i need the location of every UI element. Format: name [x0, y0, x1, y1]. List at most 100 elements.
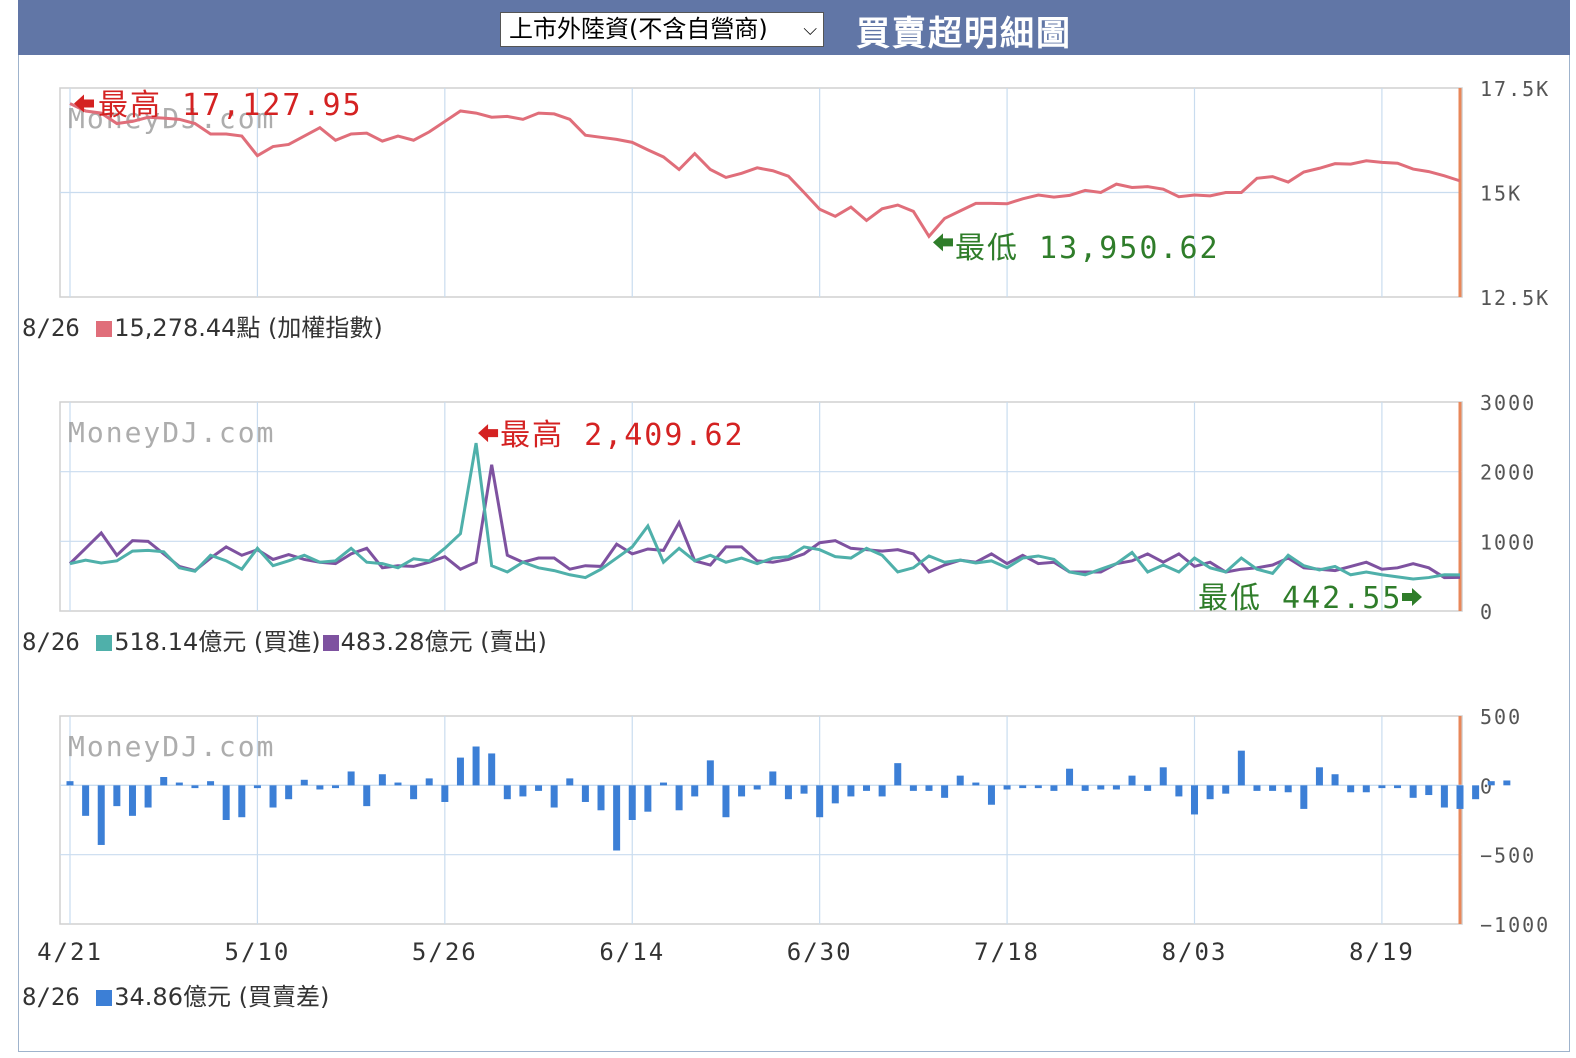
y-tick-label: 2000 [1480, 461, 1536, 485]
diff-bar [378, 774, 386, 786]
high-annotation: 最高 2,409.62 [500, 418, 745, 453]
buy-swatch [96, 635, 113, 651]
diff-bar [1206, 785, 1214, 800]
diff-bar [1144, 785, 1152, 791]
diff-bar [1300, 785, 1308, 809]
legend-date: 8/26 [22, 983, 80, 1011]
diff-bar [66, 781, 74, 786]
diff-bar [800, 785, 808, 794]
diff-bar [316, 785, 324, 790]
chart-canvas: 17.5K 15K 12.5K MoneyDJ.com 最高 17,127.95 最低 1… [37, 77, 1550, 966]
y-tick-label: 0 [1480, 774, 1494, 798]
x-tick-label: 4/21 [37, 938, 103, 966]
diff-bar [1472, 785, 1480, 800]
watermark: MoneyDJ.com [68, 416, 275, 449]
diff-bar [659, 782, 667, 786]
diff-bar [175, 782, 183, 786]
diff-bar [97, 785, 105, 845]
diff-bar [1378, 785, 1386, 789]
x-tick-label: 8/19 [1349, 938, 1415, 966]
diff-bar [847, 785, 855, 797]
diff-bar [238, 785, 246, 818]
diff-bar [550, 785, 558, 808]
high-annotation: 最高 17,127.95 [98, 88, 363, 123]
diff-bar [472, 746, 480, 786]
diff-bar [519, 785, 527, 797]
diff-bar [1050, 785, 1058, 791]
x-tick-label: 5/26 [412, 938, 478, 966]
diff-bar [1394, 785, 1402, 789]
diff-bar [207, 781, 215, 786]
diff-bar [285, 785, 293, 800]
diff-bar [987, 785, 995, 805]
x-tick-label: 7/18 [974, 938, 1040, 966]
diff-bar [1362, 785, 1370, 793]
diff-bar [894, 763, 902, 786]
diff-bar [581, 785, 589, 802]
diff-bar [269, 785, 277, 808]
buy-sell-legend: 8/26 518.14億元 (買進) 483.28億元 (賣出) [22, 622, 547, 657]
diff-bar [1456, 785, 1464, 809]
diff-bar [1331, 774, 1339, 786]
y-tick-label: 3000 [1480, 391, 1536, 415]
y-tick-label: −1000 [1480, 913, 1550, 937]
diff-bar [1066, 768, 1074, 786]
annotation-arrow-icon [478, 424, 499, 443]
annotation-arrow-icon [932, 233, 953, 252]
diff-bar [1003, 785, 1011, 790]
diff-bar [1112, 785, 1120, 790]
diff-bar [1128, 775, 1136, 786]
diff-bar [1190, 785, 1198, 815]
diff-bar [113, 785, 121, 807]
diff-bar [925, 785, 933, 791]
diff-bar [878, 785, 886, 797]
diff-bar [691, 785, 699, 797]
diff-bar [503, 785, 511, 800]
diff-bar [566, 778, 574, 786]
diff-bar [613, 785, 621, 851]
diff-bar [300, 779, 308, 786]
y-tick-label: 1000 [1480, 530, 1536, 554]
diff-bar [253, 785, 261, 789]
diff-bar [332, 785, 340, 789]
diff-bar [1503, 780, 1511, 786]
diff-bar [816, 785, 824, 818]
diff-bar [425, 778, 433, 786]
diff-legend-value: 34.86億元 (買賣差) [114, 983, 330, 1011]
diff-bar [1222, 785, 1230, 794]
diff-bar [82, 785, 90, 816]
y-tick-label: 0 [1480, 600, 1494, 624]
x-tick-label: 8/03 [1162, 938, 1228, 966]
diff-bar [1284, 785, 1292, 793]
diff-bar [1019, 785, 1027, 789]
diff-bar [1034, 785, 1042, 789]
annotation-arrow-icon [1402, 588, 1422, 606]
diff-bar [941, 785, 949, 798]
x-tick-label: 5/10 [225, 938, 291, 966]
diff-bar [769, 771, 777, 786]
diff-bar [831, 785, 839, 804]
diff-bar [191, 785, 199, 789]
diff-bar [1315, 767, 1323, 786]
diff-bar [128, 785, 136, 816]
diff-bar [394, 782, 402, 786]
watermark: MoneyDJ.com [68, 730, 275, 763]
index-legend-value: 15,278.44點 (加權指數) [114, 314, 383, 342]
legend-date: 8/26 [22, 314, 80, 342]
diff-bar [784, 785, 792, 800]
x-tick-label: 6/30 [787, 938, 853, 966]
diff-panel: 500 0 −500 −1000 MoneyDJ.com 4/21 5/10 5/26 6/14… [37, 705, 1550, 966]
diff-bar [1425, 785, 1433, 796]
diff-bar [738, 785, 746, 797]
diff-bar [1253, 785, 1261, 791]
diff-bar [1175, 785, 1183, 797]
diff-bar [597, 785, 605, 811]
y-tick-label: 17.5K [1480, 77, 1550, 101]
buy-legend-value: 518.14億元 (買進) [114, 628, 321, 656]
index-swatch [96, 321, 113, 337]
diff-bar [1081, 785, 1089, 791]
diff-bar [863, 785, 871, 791]
sell-legend-value: 483.28億元 (賣出) [340, 628, 547, 656]
diff-bar [1440, 785, 1448, 808]
diff-bar [535, 785, 543, 791]
